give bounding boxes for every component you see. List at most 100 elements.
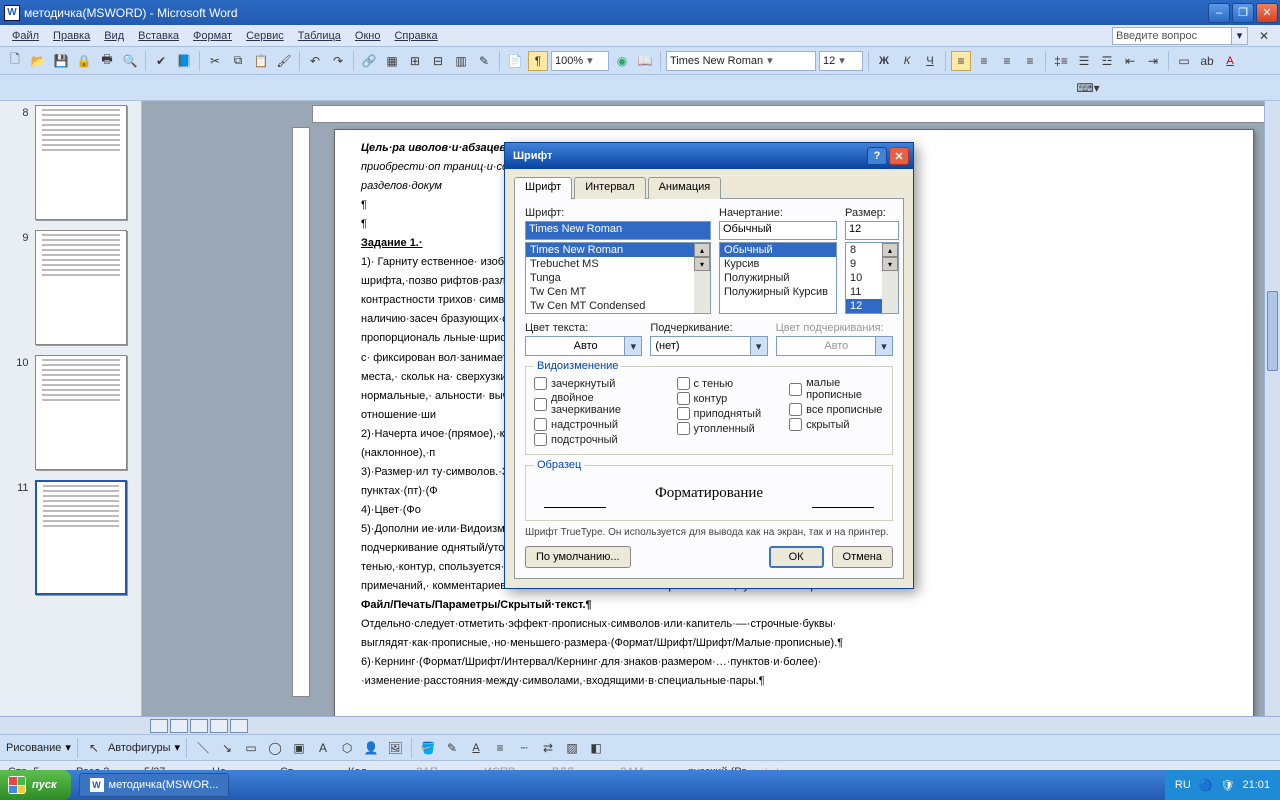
textbox-button[interactable]: ▣ [289,738,309,758]
thumb-page-9[interactable] [35,230,127,345]
font-size-list[interactable]: 8 9 10 11 12 ▴▾ [845,242,899,314]
close-button[interactable]: ✕ [1256,3,1278,23]
dialog-titlebar[interactable]: Шрифт ? ✕ [505,143,913,169]
insert-table-button[interactable]: ⊞ [405,51,425,71]
hyperlink-button[interactable]: 🔗 [359,51,379,71]
numbering-button[interactable]: ☰ [1074,51,1094,71]
print-button[interactable]: 🖶 [97,51,117,71]
preview-button[interactable]: 🔍 [120,51,140,71]
tray-lang[interactable]: RU [1175,779,1191,791]
align-justify-button[interactable]: ≡ [1020,51,1040,71]
font-color-button-2[interactable]: A [466,738,486,758]
view-normal[interactable] [150,719,168,733]
view-print[interactable] [190,719,208,733]
tray-icon-2[interactable]: 🛡 [1221,779,1235,792]
menu-view[interactable]: Вид [98,28,130,44]
open-button[interactable]: 📂 [28,51,48,71]
chk-outline[interactable]: контур [677,392,762,405]
view-web[interactable] [170,719,188,733]
new-doc-button[interactable]: 🗋 [5,51,25,71]
tray-icon[interactable]: 🔵 [1199,779,1213,792]
autoshapes-label[interactable]: Автофигуры [108,742,171,754]
spell-button[interactable]: ✔ [151,51,171,71]
cancel-button[interactable]: Отмена [832,546,893,568]
chk-hidden[interactable]: скрытый [789,418,884,431]
chk-dbl-strikethrough[interactable]: двойное зачеркивание [534,392,649,416]
diagram-button[interactable]: ⬡ [337,738,357,758]
thumb-page-10[interactable] [35,355,127,470]
redo-button[interactable]: ↷ [328,51,348,71]
start-button[interactable]: пуск [0,770,71,800]
tables-border-button[interactable]: ▦ [382,51,402,71]
highlight-button[interactable]: ab [1197,51,1217,71]
menu-file[interactable]: Файл [6,28,45,44]
clipart-button[interactable]: 👤 [361,738,381,758]
view-outline[interactable] [210,719,228,733]
chk-shadow[interactable]: с тенью [677,377,762,390]
vertical-ruler[interactable] [292,127,310,697]
columns-button[interactable]: ▥ [451,51,471,71]
line-space-button[interactable]: ‡≡ [1051,51,1071,71]
read-button[interactable]: 📖 [635,51,655,71]
italic-button[interactable]: К [897,51,917,71]
font-style-list[interactable]: Обычный Курсив Полужирный Полужирный Кур… [719,242,837,314]
underline-button[interactable]: Ч [920,51,940,71]
research-button[interactable]: 📘 [174,51,194,71]
save-button[interactable]: 💾 [51,51,71,71]
arrow-button[interactable]: ↘ [217,738,237,758]
paste-button[interactable]: 📋 [251,51,271,71]
oval-button[interactable]: ◯ [265,738,285,758]
ok-button[interactable]: ОК [769,546,824,568]
tab-animation[interactable]: Анимация [648,177,722,199]
outdent-button[interactable]: ⇤ [1120,51,1140,71]
wordart-button[interactable]: A [313,738,333,758]
extra-button[interactable]: ⌨▾ [1076,78,1100,98]
font-color-combo[interactable]: Авто▾ [525,336,642,356]
thumb-page-8[interactable] [35,105,127,220]
font-name-input[interactable]: Times New Roman [525,221,711,240]
system-tray[interactable]: RU 🔵 🛡 21:01 [1165,770,1280,800]
shadow-button[interactable]: ▨ [562,738,582,758]
undo-button[interactable]: ↶ [305,51,325,71]
menu-edit[interactable]: Правка [47,28,96,44]
minimize-button[interactable]: – [1208,3,1230,23]
thumbnail-pane[interactable]: 8 9 10 11 [0,101,142,716]
menu-table[interactable]: Таблица [292,28,347,44]
chk-emboss[interactable]: приподнятый [677,407,762,420]
chk-strikethrough[interactable]: зачеркнутый [534,377,649,390]
menu-format[interactable]: Формат [187,28,238,44]
menu-insert[interactable]: Вставка [132,28,185,44]
menu-window[interactable]: Окно [349,28,387,44]
tab-font[interactable]: Шрифт [514,177,572,199]
thumb-page-11[interactable] [35,480,127,595]
font-name-list[interactable]: Times New Roman Trebuchet MS Tunga Tw Ce… [525,242,711,314]
chk-allcaps[interactable]: все прописные [789,403,884,416]
excel-button[interactable]: ⊟ [428,51,448,71]
chk-engrave[interactable]: утопленный [677,422,762,435]
indent-button[interactable]: ⇥ [1143,51,1163,71]
bold-button[interactable]: Ж [874,51,894,71]
cut-button[interactable]: ✂ [205,51,225,71]
picture-button[interactable]: 🖼 [385,738,405,758]
docmap-button[interactable]: 📄 [505,51,525,71]
font-size-input[interactable]: 12 [845,221,899,240]
fill-color-button[interactable]: 🪣 [418,738,438,758]
chk-smallcaps[interactable]: малые прописные [789,377,884,401]
show-formatting-button[interactable]: ¶ [528,51,548,71]
format-painter-button[interactable]: 🖌 [274,51,294,71]
arrow-style-button[interactable]: ⇄ [538,738,558,758]
zoom-combo[interactable]: 100%▾ [551,51,609,71]
maximize-button[interactable]: ❐ [1232,3,1254,23]
drawing-button[interactable]: ✎ [474,51,494,71]
horizontal-ruler[interactable] [312,105,1268,123]
line-button[interactable]: ＼ [193,738,213,758]
taskbar-item-word[interactable]: W методичка(MSWOR... [79,773,230,797]
rect-button[interactable]: ▭ [241,738,261,758]
font-name-combo[interactable]: Times New Roman▾ [666,51,816,71]
3d-button[interactable]: ◧ [586,738,606,758]
tab-spacing[interactable]: Интервал [574,177,645,199]
permission-button[interactable]: 🔒 [74,51,94,71]
default-button[interactable]: По умолчанию... [525,546,631,568]
line-color-button[interactable]: ✎ [442,738,462,758]
underline-combo[interactable]: (нет)▾ [650,336,767,356]
